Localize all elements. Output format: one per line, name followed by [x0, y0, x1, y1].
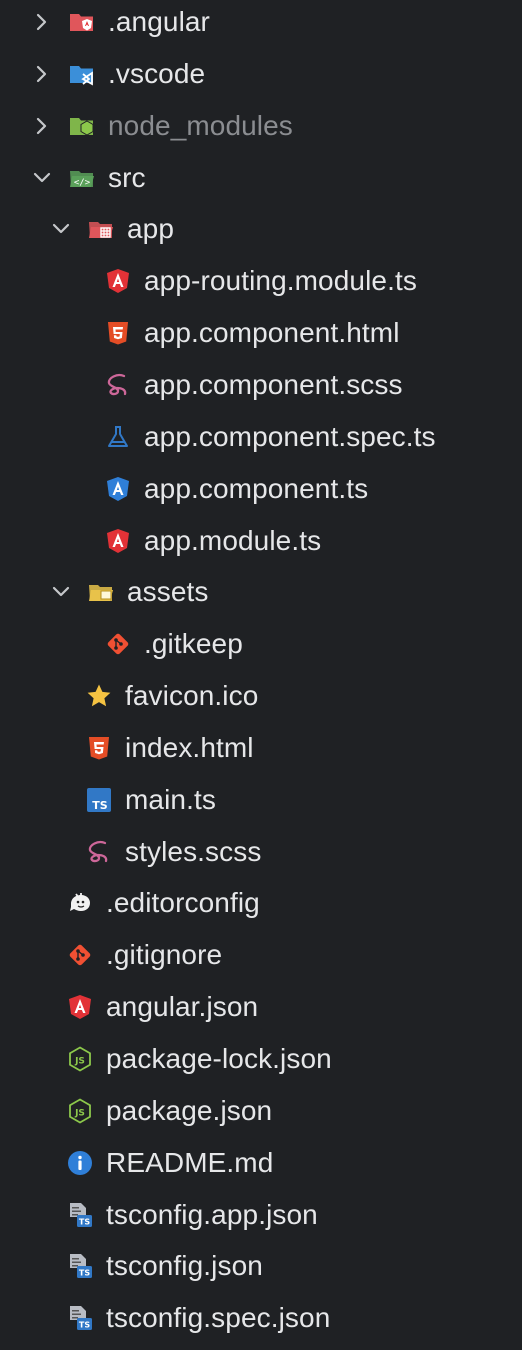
file-tree-item[interactable]: .gitkeep: [0, 618, 522, 670]
typescript-icon: TS: [86, 787, 112, 813]
sass-icon: [105, 372, 131, 398]
tree-item-label: main.ts: [125, 783, 216, 815]
node-folder-icon: [69, 113, 95, 139]
tree-item-label: angular.json: [106, 991, 259, 1023]
file-tree-item[interactable]: favicon.ico: [0, 670, 522, 722]
file-tree-item[interactable]: app.module.ts: [0, 515, 522, 567]
chevron-down-icon[interactable]: [48, 216, 74, 242]
folder-tree-item[interactable]: app: [0, 203, 522, 255]
nodejs-icon: JS: [67, 1046, 93, 1072]
chevron-right-icon[interactable]: [29, 9, 55, 35]
chevron-right-icon[interactable]: [29, 113, 55, 139]
editorconfig-icon: [67, 890, 93, 916]
tree-item-label: tsconfig.spec.json: [106, 1302, 331, 1334]
tree-item-label: app.component.spec.ts: [144, 420, 436, 452]
file-tree-item[interactable]: README.md: [0, 1137, 522, 1189]
tree-item-label: app.component.html: [144, 317, 400, 349]
file-tree-item[interactable]: app.component.spec.ts: [0, 411, 522, 463]
svg-text:JS: JS: [74, 1108, 85, 1118]
tsconfig-icon: TS: [67, 1253, 93, 1279]
file-tree-item[interactable]: JS package.json: [0, 1085, 522, 1137]
file-tree-item[interactable]: JS package-lock.json: [0, 1033, 522, 1085]
file-tree-item[interactable]: .editorconfig: [0, 877, 522, 929]
nodejs-icon: JS: [67, 1098, 93, 1124]
vscode-folder-icon: [69, 61, 95, 87]
svg-text:TS: TS: [92, 799, 108, 812]
chevron-down-icon[interactable]: [48, 579, 74, 605]
tree-item-label: app: [127, 213, 175, 245]
chevron-down-icon[interactable]: [29, 165, 55, 191]
tsconfig-icon: TS: [67, 1202, 93, 1228]
svg-text:TS: TS: [79, 1217, 90, 1226]
tree-item-label: index.html: [125, 731, 254, 763]
svg-text:TS: TS: [79, 1321, 90, 1330]
folder-tree-item[interactable]: .angular: [0, 0, 522, 48]
tree-item-label: package.json: [106, 1094, 273, 1126]
tree-item-label: node_modules: [108, 109, 293, 141]
tree-item-label: app-routing.module.ts: [144, 265, 417, 297]
angular-icon: [105, 268, 131, 294]
tree-item-label: app.component.ts: [144, 472, 369, 504]
html5-icon: [86, 735, 112, 761]
info-icon: [67, 1150, 93, 1176]
html5-icon: [105, 320, 131, 346]
tree-item-label: package-lock.json: [106, 1043, 332, 1074]
star-icon: [86, 683, 112, 709]
test-flask-icon: [105, 424, 131, 450]
tree-item-label: tsconfig.json: [106, 1250, 263, 1282]
folder-tree-item[interactable]: </> src: [0, 152, 522, 204]
angular-component-icon: [105, 476, 131, 502]
chevron-right-icon[interactable]: [29, 61, 55, 87]
file-tree-item[interactable]: TS main.ts: [0, 774, 522, 826]
tree-item-label: app.component.scss: [144, 368, 403, 400]
tsconfig-icon: TS: [67, 1305, 93, 1331]
git-icon: [67, 942, 93, 968]
file-tree-item[interactable]: .gitignore: [0, 929, 522, 981]
folder-tree-item[interactable]: .vscode: [0, 48, 522, 100]
angular-folder-icon: [69, 9, 95, 35]
git-icon: [105, 631, 131, 657]
file-tree-item[interactable]: app-routing.module.ts: [0, 255, 522, 307]
svg-text:JS: JS: [74, 1057, 85, 1067]
angular-icon: [105, 528, 131, 554]
tree-item-label: .vscode: [108, 57, 206, 89]
tree-item-label: .gitkeep: [144, 628, 243, 660]
tree-item-label: .editorconfig: [106, 887, 260, 919]
tree-item-label: styles.scss: [125, 835, 262, 867]
assets-folder-open-icon: [88, 579, 114, 605]
folder-tree-item[interactable]: node_modules: [0, 100, 522, 152]
svg-text:TS: TS: [79, 1269, 90, 1278]
tree-item-label: README.md: [106, 1146, 274, 1178]
tree-item-label: src: [108, 161, 146, 193]
folder-tree-item[interactable]: assets: [0, 566, 522, 618]
angular-icon: [67, 994, 93, 1020]
file-tree-item[interactable]: app.component.scss: [0, 359, 522, 411]
file-tree-item[interactable]: TS tsconfig.app.json: [0, 1189, 522, 1241]
file-tree-item[interactable]: TS tsconfig.spec.json: [0, 1292, 522, 1344]
tree-item-label: .angular: [108, 6, 210, 37]
tree-item-label: app.module.ts: [144, 524, 322, 556]
file-explorer-tree: .angular .vscode node_modules </> src app app-…: [0, 0, 522, 1350]
file-tree-item[interactable]: app.component.ts: [0, 463, 522, 515]
file-tree-item[interactable]: angular.json: [0, 981, 522, 1033]
app-folder-open-icon: [88, 216, 114, 242]
tree-item-label: favicon.ico: [125, 680, 259, 712]
file-tree-item[interactable]: app.component.html: [0, 307, 522, 359]
file-tree-item[interactable]: styles.scss: [0, 826, 522, 878]
sass-icon: [86, 839, 112, 865]
src-folder-open-icon: </>: [69, 165, 95, 191]
tree-item-label: .gitignore: [106, 939, 223, 971]
tree-item-label: assets: [127, 576, 209, 608]
file-tree-item[interactable]: index.html: [0, 722, 522, 774]
file-tree-item[interactable]: TS tsconfig.json: [0, 1240, 522, 1292]
svg-text:</>: </>: [74, 178, 91, 188]
tree-item-label: tsconfig.app.json: [106, 1198, 318, 1230]
